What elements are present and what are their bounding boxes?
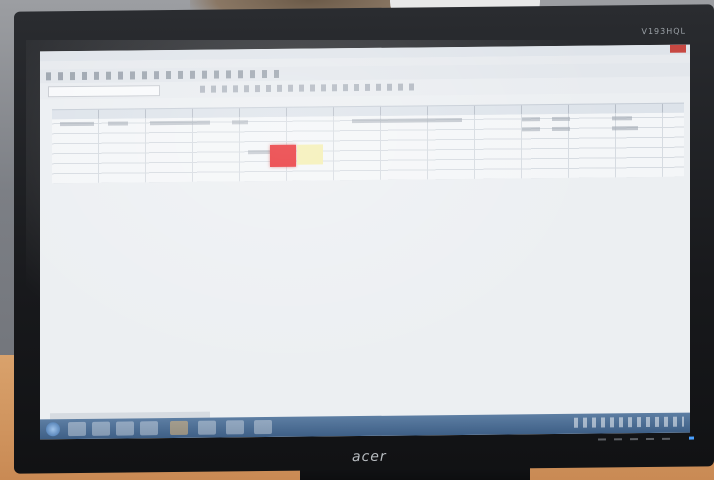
taskbar-app-icon[interactable] <box>116 421 134 436</box>
cell-text <box>552 116 570 122</box>
highlighted-cell-red[interactable] <box>270 144 296 167</box>
system-tray[interactable] <box>574 416 684 428</box>
cell-text <box>352 117 462 124</box>
cell-text <box>60 121 94 127</box>
cell-text <box>150 120 210 126</box>
format-icons[interactable] <box>200 83 420 93</box>
monitor-screen <box>40 44 690 440</box>
taskbar-app-icon[interactable] <box>254 419 272 435</box>
monitor-bezel: V193HQL acer <box>14 4 714 474</box>
taskbar-app-icon[interactable] <box>68 421 86 437</box>
taskbar-app-icon[interactable] <box>140 421 158 436</box>
cell-text <box>108 121 128 126</box>
highlighted-cell-yellow[interactable] <box>297 144 323 165</box>
taskbar-app-icon[interactable] <box>92 421 110 436</box>
input-field[interactable] <box>48 85 160 98</box>
cell-text <box>232 120 248 125</box>
power-led-icon <box>689 436 694 440</box>
taskbar-app-icon[interactable] <box>226 420 244 435</box>
cell-text <box>248 149 270 155</box>
cell-text <box>612 116 632 121</box>
spreadsheet-grid[interactable] <box>52 112 684 184</box>
monitor-buttons[interactable] <box>598 437 678 441</box>
cell-text <box>552 126 570 132</box>
cell-text <box>522 127 540 132</box>
start-button-icon[interactable] <box>46 422 60 437</box>
close-icon[interactable] <box>670 44 686 53</box>
taskbar-app-icon[interactable] <box>170 420 188 436</box>
cell-text <box>612 126 638 131</box>
cell-text <box>522 117 540 122</box>
monitor-brand-logo: acer <box>352 448 387 466</box>
monitor-model-label: V193HQL <box>641 26 686 37</box>
toolbar-icons[interactable] <box>46 69 286 81</box>
taskbar-app-icon[interactable] <box>198 420 216 435</box>
